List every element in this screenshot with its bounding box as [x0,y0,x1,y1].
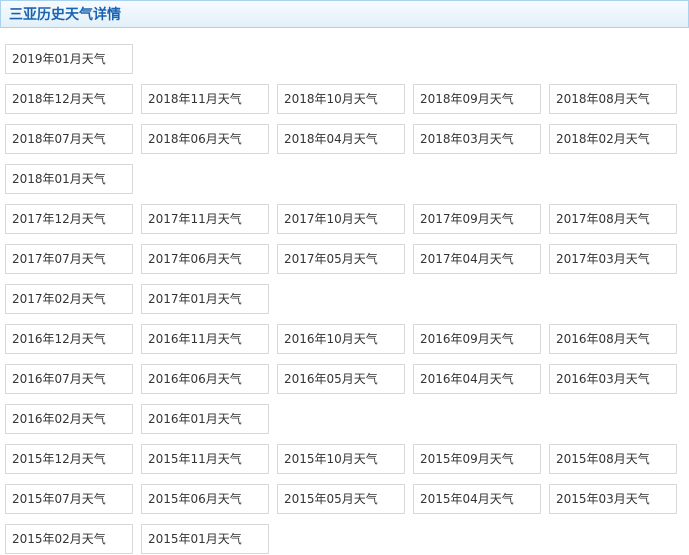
month-weather-link[interactable]: 2016年09月天气 [413,324,541,354]
month-row: 2015年02月天气 2015年01月天气 [5,524,269,554]
month-weather-link[interactable]: 2017年09月天气 [413,204,541,234]
month-weather-link[interactable]: 2017年06月天气 [141,244,269,274]
month-weather-link[interactable]: 2017年10月天气 [277,204,405,234]
month-row: 2018年07月天气 2018年06月天气 2018年04月天气 2018年03月天气… [5,124,677,154]
month-weather-link[interactable]: 2015年03月天气 [549,484,677,514]
month-weather-link[interactable]: 2018年02月天气 [549,124,677,154]
month-weather-link[interactable]: 2016年07月天气 [5,364,133,394]
panel-title: 三亚历史天气详情 [9,7,121,23]
month-weather-link[interactable]: 2018年04月天气 [277,124,405,154]
month-weather-link[interactable]: 2016年12月天气 [5,324,133,354]
month-weather-link[interactable]: 2017年05月天气 [277,244,405,274]
month-weather-link[interactable]: 2017年11月天气 [141,204,269,234]
month-weather-link[interactable]: 2018年12月天气 [5,84,133,114]
month-weather-link[interactable]: 2015年08月天气 [549,444,677,474]
month-weather-link[interactable]: 2017年04月天气 [413,244,541,274]
month-weather-link[interactable]: 2015年10月天气 [277,444,405,474]
month-row: 2016年12月天气 2016年11月天气 2016年10月天气 2016年09月天气… [5,324,677,354]
month-weather-link[interactable]: 2017年08月天气 [549,204,677,234]
month-weather-link[interactable]: 2016年02月天气 [5,404,133,434]
month-weather-link[interactable]: 2018年01月天气 [5,164,133,194]
month-row: 2017年12月天气 2017年11月天气 2017年10月天气 2017年09月天气… [5,204,677,234]
month-row: 2015年12月天气 2015年11月天气 2015年10月天气 2015年09月天气… [5,444,677,474]
month-weather-link[interactable]: 2016年01月天气 [141,404,269,434]
month-weather-link[interactable]: 2018年10月天气 [277,84,405,114]
panel-header: 三亚历史天气详情 [0,0,689,28]
month-row: 2016年02月天气 2016年01月天气 [5,404,269,434]
month-weather-link[interactable]: 2016年11月天气 [141,324,269,354]
month-weather-link[interactable]: 2015年07月天气 [5,484,133,514]
month-weather-link[interactable]: 2015年05月天气 [277,484,405,514]
month-weather-link[interactable]: 2015年02月天气 [5,524,133,554]
month-weather-link[interactable]: 2015年11月天气 [141,444,269,474]
month-weather-link[interactable]: 2016年04月天气 [413,364,541,394]
month-weather-link[interactable]: 2016年10月天气 [277,324,405,354]
month-weather-link[interactable]: 2015年06月天气 [141,484,269,514]
month-weather-link[interactable]: 2018年06月天气 [141,124,269,154]
month-weather-link[interactable]: 2017年07月天气 [5,244,133,274]
month-row: 2018年01月天气 [5,164,133,194]
month-weather-link[interactable]: 2016年05月天气 [277,364,405,394]
month-weather-link[interactable]: 2018年08月天气 [549,84,677,114]
month-weather-link[interactable]: 2015年01月天气 [141,524,269,554]
month-weather-link[interactable]: 2018年09月天气 [413,84,541,114]
month-weather-link[interactable]: 2015年09月天气 [413,444,541,474]
month-weather-link[interactable]: 2017年01月天气 [141,284,269,314]
month-row: 2015年07月天气 2015年06月天气 2015年05月天气 2015年04月天气… [5,484,677,514]
history-weather-panel: 三亚历史天气详情 2019年01月天气 2018年12月天气 2018年11月天气 2… [0,0,689,555]
month-weather-link[interactable]: 2018年11月天气 [141,84,269,114]
month-weather-link[interactable]: 2015年12月天气 [5,444,133,474]
month-row: 2017年07月天气 2017年06月天气 2017年05月天气 2017年04月天气… [5,244,677,274]
month-row: 2016年07月天气 2016年06月天气 2016年05月天气 2016年04月天气… [5,364,677,394]
month-row: 2018年12月天气 2018年11月天气 2018年10月天气 2018年09月天气… [5,84,677,114]
month-link-grid: 2019年01月天气 2018年12月天气 2018年11月天气 2018年10月天气… [0,28,689,555]
month-weather-link[interactable]: 2016年06月天气 [141,364,269,394]
month-weather-link[interactable]: 2015年04月天气 [413,484,541,514]
month-weather-link[interactable]: 2017年02月天气 [5,284,133,314]
month-weather-link[interactable]: 2019年01月天气 [5,44,133,74]
month-weather-link[interactable]: 2017年12月天气 [5,204,133,234]
month-weather-link[interactable]: 2016年03月天气 [549,364,677,394]
month-row: 2019年01月天气 [5,44,133,74]
month-weather-link[interactable]: 2018年03月天气 [413,124,541,154]
month-weather-link[interactable]: 2016年08月天气 [549,324,677,354]
month-weather-link[interactable]: 2017年03月天气 [549,244,677,274]
month-row: 2017年02月天气 2017年01月天气 [5,284,269,314]
month-weather-link[interactable]: 2018年07月天气 [5,124,133,154]
